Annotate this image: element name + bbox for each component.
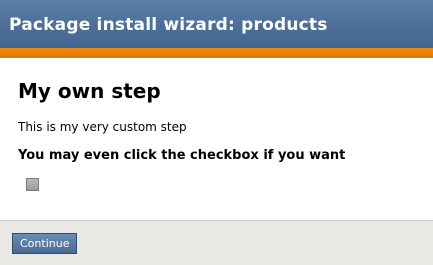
- step-heading: My own step: [18, 79, 161, 103]
- wizard-header: Package install wizard: products: [0, 0, 433, 48]
- custom-step-checkbox[interactable]: [26, 178, 39, 191]
- continue-button[interactable]: Continue: [12, 233, 78, 254]
- step-content: My own step This is my very custom step …: [0, 58, 433, 220]
- checkbox-label: You may even click the checkbox if you w…: [18, 148, 346, 163]
- package-install-wizard: Package install wizard: products My own …: [0, 0, 433, 265]
- wizard-footer: Continue: [0, 220, 433, 265]
- step-description: This is my very custom step: [18, 120, 187, 134]
- header-accent-divider: [0, 48, 433, 58]
- wizard-title: Package install wizard: products: [9, 15, 328, 35]
